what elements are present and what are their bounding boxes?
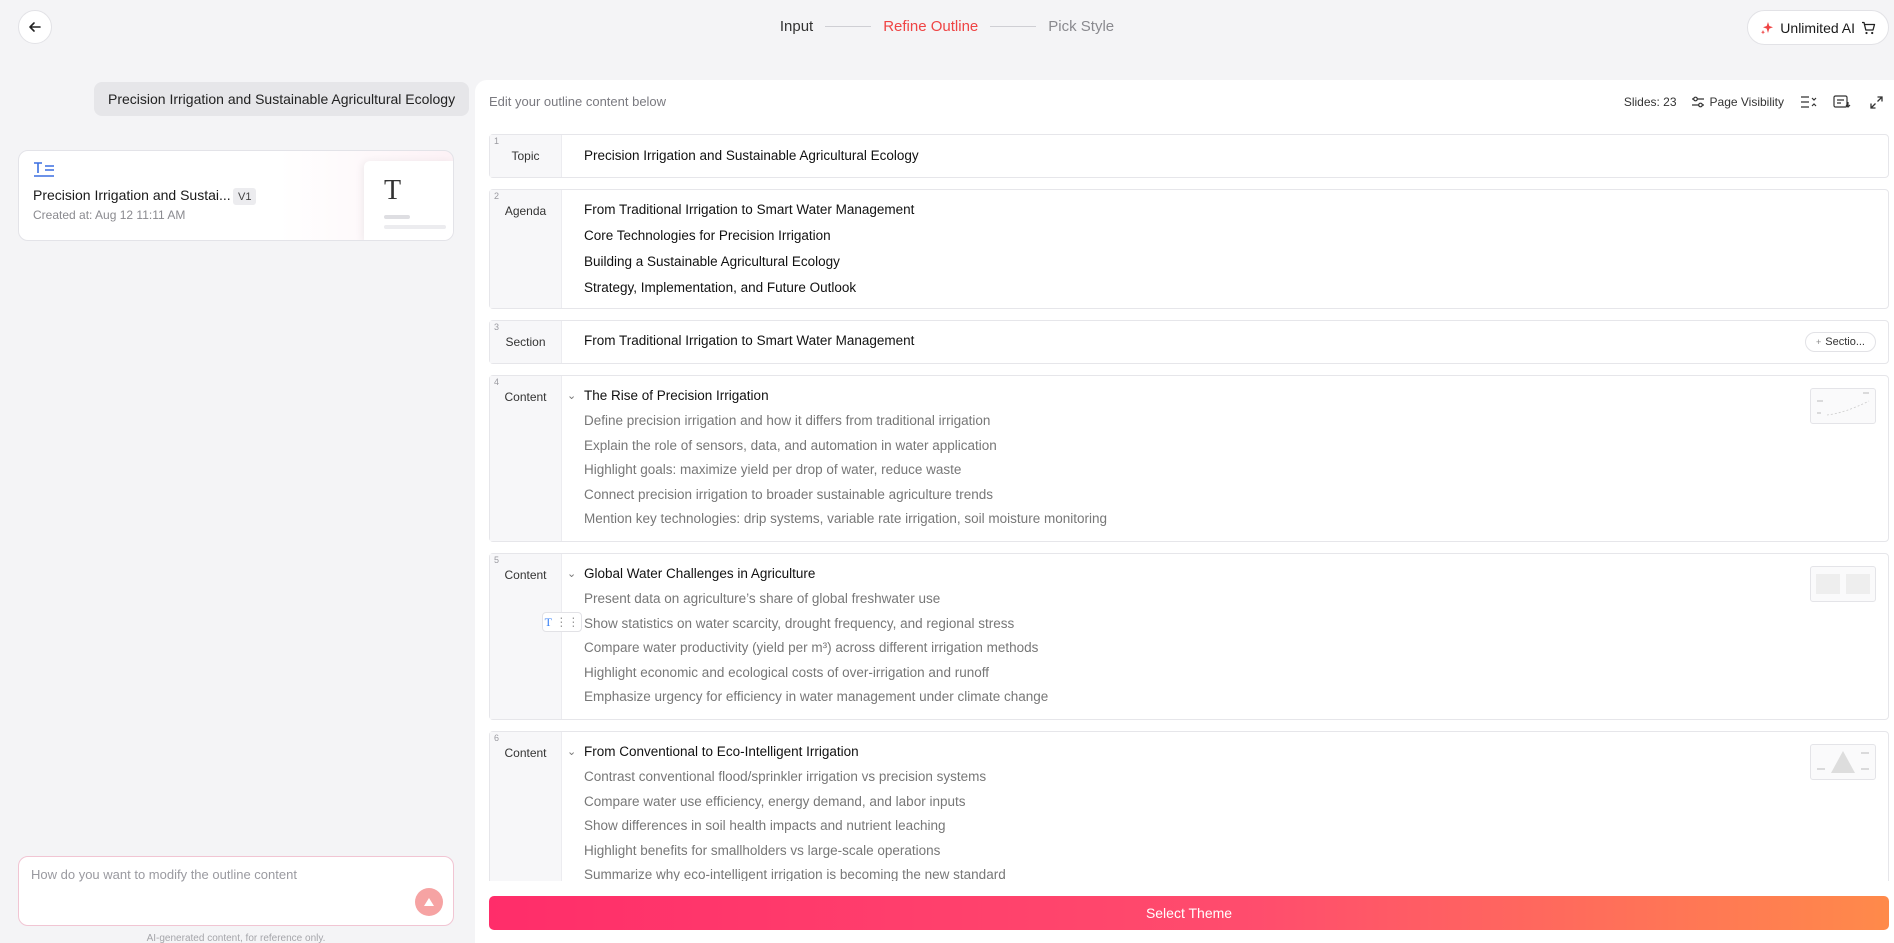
select-theme-button[interactable]: Select Theme xyxy=(489,896,1889,930)
version-created-date: Created at: Aug 12 11:11 AM xyxy=(33,208,186,222)
modify-outline-input[interactable] xyxy=(31,867,411,907)
agenda-item[interactable]: Core Technologies for Precision Irrigati… xyxy=(584,223,1888,249)
export-outline-button[interactable] xyxy=(1832,92,1852,112)
pyramid-layout-icon xyxy=(1817,751,1869,773)
expand-icon xyxy=(1869,95,1883,109)
text-glyph-icon: T xyxy=(384,175,402,206)
slides-count: Slides: 23 xyxy=(1623,95,1677,109)
outline-block-content[interactable]: Content 4 ⌄ The Rise of Precision Irriga… xyxy=(489,375,1889,542)
content-bullet[interactable]: Show statistics on water scarcity, droug… xyxy=(584,612,1888,637)
content-bullet[interactable]: Highlight benefits for smallholders vs l… xyxy=(584,839,1888,864)
row-handle[interactable]: T ⋮⋮ xyxy=(542,612,582,632)
list-collapse-icon xyxy=(1800,96,1816,108)
content-title[interactable]: ⌄ Global Water Challenges in Agriculture xyxy=(567,561,1888,587)
content-bullet[interactable]: Compare water use efficiency, energy dem… xyxy=(584,790,1888,815)
content-bullet[interactable]: Show differences in soil health impacts … xyxy=(584,814,1888,839)
unlimited-ai-button[interactable]: Unlimited AI xyxy=(1747,10,1889,45)
step-indicator: Input Refine Outline Pick Style xyxy=(0,18,1894,35)
left-panel: Precision Irrigation and Sustainable Agr… xyxy=(0,56,472,943)
block-number: 1 xyxy=(494,136,500,146)
agenda-item[interactable]: Strategy, Implementation, and Future Out… xyxy=(584,275,1888,301)
topic-chip: Precision Irrigation and Sustainable Agr… xyxy=(94,82,470,116)
outline-version-card[interactable]: Precision Irrigation and Sustai... V1 Cr… xyxy=(18,150,454,241)
drag-handle-icon[interactable]: ⋮⋮ xyxy=(555,615,579,629)
block-type: Agenda xyxy=(490,190,562,308)
chevron-down-icon[interactable]: ⌄ xyxy=(567,561,576,587)
unlimited-ai-label: Unlimited AI xyxy=(1780,19,1855,36)
top-bar: Input Refine Outline Pick Style Unlimite… xyxy=(0,0,1894,56)
outline-block-content[interactable]: Content 6 ⌄ From Conventional to Eco-Int… xyxy=(489,731,1889,881)
editor-toolbar: Slides: 23 Page Visibility xyxy=(1624,92,1886,112)
collapse-all-button[interactable] xyxy=(1798,92,1818,112)
content-bullet[interactable]: Highlight goals: maximize yield per drop… xyxy=(584,458,1888,483)
content-bullet[interactable]: Explain the role of sensors, data, and a… xyxy=(584,434,1888,459)
content-bullet[interactable]: Connect precision irrigation to broader … xyxy=(584,483,1888,508)
ai-disclaimer: AI-generated content, for reference only… xyxy=(146,933,326,943)
step-input[interactable]: Input xyxy=(780,18,813,35)
block-type: Section xyxy=(490,321,562,363)
content-title[interactable]: ⌄ The Rise of Precision Irrigation xyxy=(567,383,1888,409)
step-divider xyxy=(825,26,872,27)
section-title[interactable]: From Traditional Irrigation to Smart Wat… xyxy=(584,328,1888,354)
version-title: Precision Irrigation and Sustai... xyxy=(33,187,231,203)
layout-thumbnail[interactable] xyxy=(1810,388,1876,424)
content-bullet[interactable]: Highlight economic and ecological costs … xyxy=(584,661,1888,686)
block-number: 6 xyxy=(494,733,500,743)
block-number: 5 xyxy=(494,555,500,565)
block-type: Content xyxy=(490,732,562,881)
content-bullet[interactable]: Emphasize urgency for efficiency in wate… xyxy=(584,685,1888,710)
step-pick-style[interactable]: Pick Style xyxy=(1048,18,1114,35)
content-title[interactable]: ⌄ From Conventional to Eco-Intelligent I… xyxy=(567,739,1888,765)
cart-icon xyxy=(1862,21,1876,34)
two-column-layout-icon xyxy=(1816,574,1870,594)
section-style-button[interactable]: + Sectio... xyxy=(1804,332,1876,352)
sliders-icon xyxy=(1691,96,1704,108)
block-type: Content xyxy=(490,376,562,541)
list-download-icon xyxy=(1833,95,1851,108)
page-visibility-label: Page Visibility xyxy=(1709,95,1784,109)
page-visibility-button[interactable]: Page Visibility xyxy=(1691,95,1784,109)
step-divider xyxy=(990,26,1037,27)
outline-block-agenda[interactable]: Agenda 2 From Traditional Irrigation to … xyxy=(489,189,1889,309)
content-bullet[interactable]: Compare water productivity (yield per m³… xyxy=(584,636,1888,661)
content-bullet[interactable]: Contrast conventional flood/sprinkler ir… xyxy=(584,765,1888,790)
editor-instruction: Edit your outline content below xyxy=(489,94,667,109)
content-bullet[interactable]: Summarize why eco-intelligent irrigation… xyxy=(584,863,1888,881)
block-number: 3 xyxy=(494,322,500,332)
arrow-up-icon xyxy=(424,898,434,906)
expand-button[interactable] xyxy=(1866,92,1886,112)
section-style-label: Sectio... xyxy=(1825,336,1865,348)
layout-thumbnail[interactable] xyxy=(1810,566,1876,602)
outline-block-topic[interactable]: Topic 1 Precision Irrigation and Sustain… xyxy=(489,134,1889,178)
plus-icon: + xyxy=(1815,337,1822,347)
outline-editor-panel: Edit your outline content below Slides: … xyxy=(475,80,1894,943)
block-type: Topic xyxy=(490,135,562,177)
content-bullet[interactable]: Mention key technologies: drip systems, … xyxy=(584,507,1888,532)
outline-block-content[interactable]: Content 5 T ⋮⋮ ⌄ Global Water Challenges… xyxy=(489,553,1889,720)
content-bullet[interactable]: Present data on agriculture’s share of g… xyxy=(584,587,1888,612)
chevron-down-icon[interactable]: ⌄ xyxy=(567,383,576,409)
outline-block-section[interactable]: Section 3 From Traditional Irrigation to… xyxy=(489,320,1889,364)
block-type: Content xyxy=(490,554,562,719)
send-button[interactable] xyxy=(415,888,443,916)
step-refine-outline[interactable]: Refine Outline xyxy=(883,18,978,35)
version-thumbnail: T xyxy=(364,161,453,240)
text-format-icon[interactable]: T xyxy=(545,615,552,630)
agenda-item[interactable]: From Traditional Irrigation to Smart Wat… xyxy=(584,197,1888,223)
modify-outline-box xyxy=(18,856,454,926)
outline-doc-icon xyxy=(34,162,54,177)
block-number: 2 xyxy=(494,191,500,201)
layout-thumbnail[interactable] xyxy=(1810,744,1876,780)
chevron-down-icon[interactable]: ⌄ xyxy=(567,739,576,765)
outline-list: Topic 1 Precision Irrigation and Sustain… xyxy=(489,134,1889,881)
chart-layout-icon xyxy=(1817,392,1870,416)
agenda-item[interactable]: Building a Sustainable Agricultural Ecol… xyxy=(584,249,1888,275)
sparkle-icon xyxy=(1761,21,1774,34)
content-bullet[interactable]: Define precision irrigation and how it d… xyxy=(584,409,1888,434)
block-number: 4 xyxy=(494,377,500,387)
topic-title[interactable]: Precision Irrigation and Sustainable Agr… xyxy=(584,143,1888,169)
version-badge: V1 xyxy=(233,188,257,205)
